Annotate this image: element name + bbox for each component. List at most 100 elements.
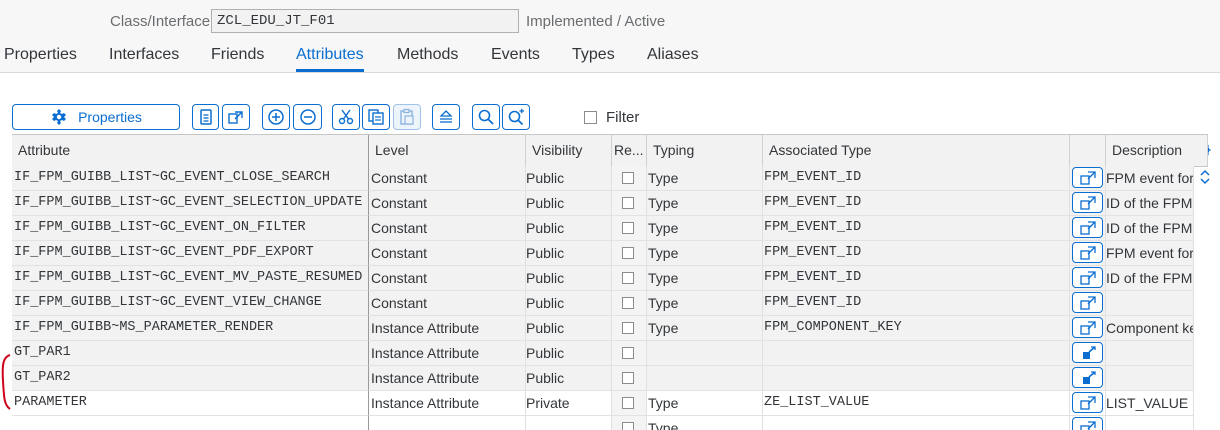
navigation-cell[interactable] [1070,366,1106,391]
column-header-read-only[interactable]: Re... [612,135,647,166]
attribute-cell[interactable]: IF_FPM_GUIBB_LIST~GC_EVENT_VIEW_CHANGE [12,291,369,316]
detail-view-button[interactable] [192,104,219,130]
navigate-type-button[interactable] [1072,417,1103,430]
table-row[interactable]: IF_FPM_GUIBB_LIST~GC_EVENT_ON_FILTERCons… [12,216,1208,241]
paste-button[interactable] [393,104,421,130]
read-only-cell[interactable] [612,216,647,241]
typing-cell[interactable]: Type [647,316,763,341]
associated-type-cell[interactable]: FPM_EVENT_ID [763,216,1070,241]
visibility-cell[interactable]: Public [526,266,612,291]
level-cell[interactable]: Constant [369,241,526,266]
table-row[interactable]: IF_FPM_GUIBB_LIST~GC_EVENT_VIEW_CHANGECo… [12,291,1208,316]
attribute-cell[interactable]: GT_PAR1 [12,341,369,366]
associated-type-cell[interactable] [763,366,1070,391]
column-header-level[interactable]: Level [369,135,526,166]
table-row[interactable]: IF_FPM_GUIBB_LIST~GC_EVENT_PDF_EXPORTCon… [12,241,1208,266]
description-cell[interactable]: ID of the FPM [1106,216,1194,241]
typing-cell[interactable]: Type [647,266,763,291]
read-only-cell[interactable] [612,316,647,341]
description-cell[interactable]: FPM event for [1106,241,1194,266]
navigate-type-button[interactable] [1072,167,1103,188]
typing-cell[interactable] [647,341,763,366]
attribute-cell[interactable]: IF_FPM_GUIBB_LIST~GC_EVENT_PDF_EXPORT [12,241,369,266]
delete-row-button[interactable] [293,104,322,130]
visibility-cell[interactable]: Public [526,241,612,266]
visibility-cell[interactable]: Public [526,291,612,316]
description-cell[interactable]: FPM event for [1106,166,1194,191]
sort-button[interactable] [432,104,460,130]
description-cell[interactable]: LIST_VALUE [1106,391,1194,416]
read-only-checkbox[interactable] [622,397,634,409]
navigation-cell[interactable] [1070,291,1106,316]
column-header-description[interactable]: Description [1106,135,1208,166]
insert-row-button[interactable] [262,104,290,130]
table-row[interactable]: GT_PAR2Instance AttributePublic [12,366,1208,391]
properties-button[interactable]: Properties [12,104,180,130]
typing-cell[interactable]: Type [647,416,763,430]
attribute-cell[interactable]: GT_PAR2 [12,366,369,391]
navigate-type-button[interactable] [1072,392,1103,413]
copy-button[interactable] [362,104,390,130]
navigation-cell[interactable] [1070,241,1106,266]
search-next-button[interactable] [502,104,530,130]
read-only-cell[interactable] [612,416,647,430]
read-only-cell[interactable] [612,191,647,216]
read-only-checkbox[interactable] [622,197,634,209]
typing-cell[interactable]: Type [647,216,763,241]
navigation-cell[interactable] [1070,416,1106,430]
class-interface-field[interactable]: ZCL_EDU_JT_F01 [211,9,519,33]
level-cell[interactable]: Instance Attribute [369,366,526,391]
read-only-checkbox[interactable] [622,322,634,334]
typing-cell[interactable]: Type [647,166,763,191]
navigate-type-button[interactable] [1072,217,1103,238]
navigate-type-button[interactable] [1072,267,1103,288]
associated-type-cell[interactable]: FPM_EVENT_ID [763,191,1070,216]
associated-type-cell[interactable] [763,341,1070,366]
visibility-cell[interactable] [526,416,612,430]
read-only-checkbox[interactable] [622,222,634,234]
visibility-cell[interactable]: Public [526,316,612,341]
associated-type-cell[interactable]: FPM_EVENT_ID [763,266,1070,291]
tab-interfaces[interactable]: Interfaces [109,46,179,64]
visibility-cell[interactable]: Public [526,366,612,391]
level-cell[interactable]: Constant [369,216,526,241]
read-only-cell[interactable] [612,241,647,266]
read-only-checkbox[interactable] [622,272,634,284]
read-only-cell[interactable] [612,291,647,316]
level-cell[interactable]: Constant [369,291,526,316]
tab-events[interactable]: Events [491,46,540,64]
navigate-type-button[interactable] [1072,367,1103,388]
level-cell[interactable]: Instance Attribute [369,316,526,341]
column-header-typing[interactable]: Typing [647,135,763,166]
filter-toggle[interactable]: Filter [584,109,639,126]
tab-properties[interactable]: Properties [4,46,77,64]
attribute-cell[interactable]: PARAMETER [12,391,369,416]
associated-type-cell[interactable]: FPM_EVENT_ID [763,166,1070,191]
scroll-updown-icon[interactable] [1198,168,1212,186]
tab-methods[interactable]: Methods [397,46,458,64]
attribute-cell[interactable]: IF_FPM_GUIBB_LIST~GC_EVENT_SELECTION_UPD… [12,191,369,216]
filter-checkbox[interactable] [584,111,597,124]
attribute-cell[interactable]: IF_FPM_GUIBB_LIST~GC_EVENT_CLOSE_SEARCH [12,166,369,191]
typing-cell[interactable]: Type [647,241,763,266]
tab-types[interactable]: Types [572,46,615,64]
table-row[interactable]: IF_FPM_GUIBB_LIST~GC_EVENT_MV_PASTE_RESU… [12,266,1208,291]
level-cell[interactable]: Constant [369,266,526,291]
visibility-cell[interactable]: Public [526,166,612,191]
navigation-cell[interactable] [1070,166,1106,191]
navigate-button[interactable] [222,104,250,130]
navigation-cell[interactable] [1070,391,1106,416]
typing-cell[interactable]: Type [647,191,763,216]
description-cell[interactable] [1106,291,1194,316]
level-cell[interactable]: Constant [369,166,526,191]
level-cell[interactable]: Instance Attribute [369,391,526,416]
cut-button[interactable] [332,104,360,130]
associated-type-cell[interactable] [763,416,1070,430]
navigate-type-button[interactable] [1072,242,1103,263]
associated-type-cell[interactable]: FPM_COMPONENT_KEY [763,316,1070,341]
table-row[interactable]: IF_FPM_GUIBB_LIST~GC_EVENT_SELECTION_UPD… [12,191,1208,216]
column-header-visibility[interactable]: Visibility [526,135,612,166]
navigation-cell[interactable] [1070,191,1106,216]
table-row[interactable]: IF_FPM_GUIBB~MS_PARAMETER_RENDERInstance… [12,316,1208,341]
associated-type-cell[interactable]: FPM_EVENT_ID [763,241,1070,266]
